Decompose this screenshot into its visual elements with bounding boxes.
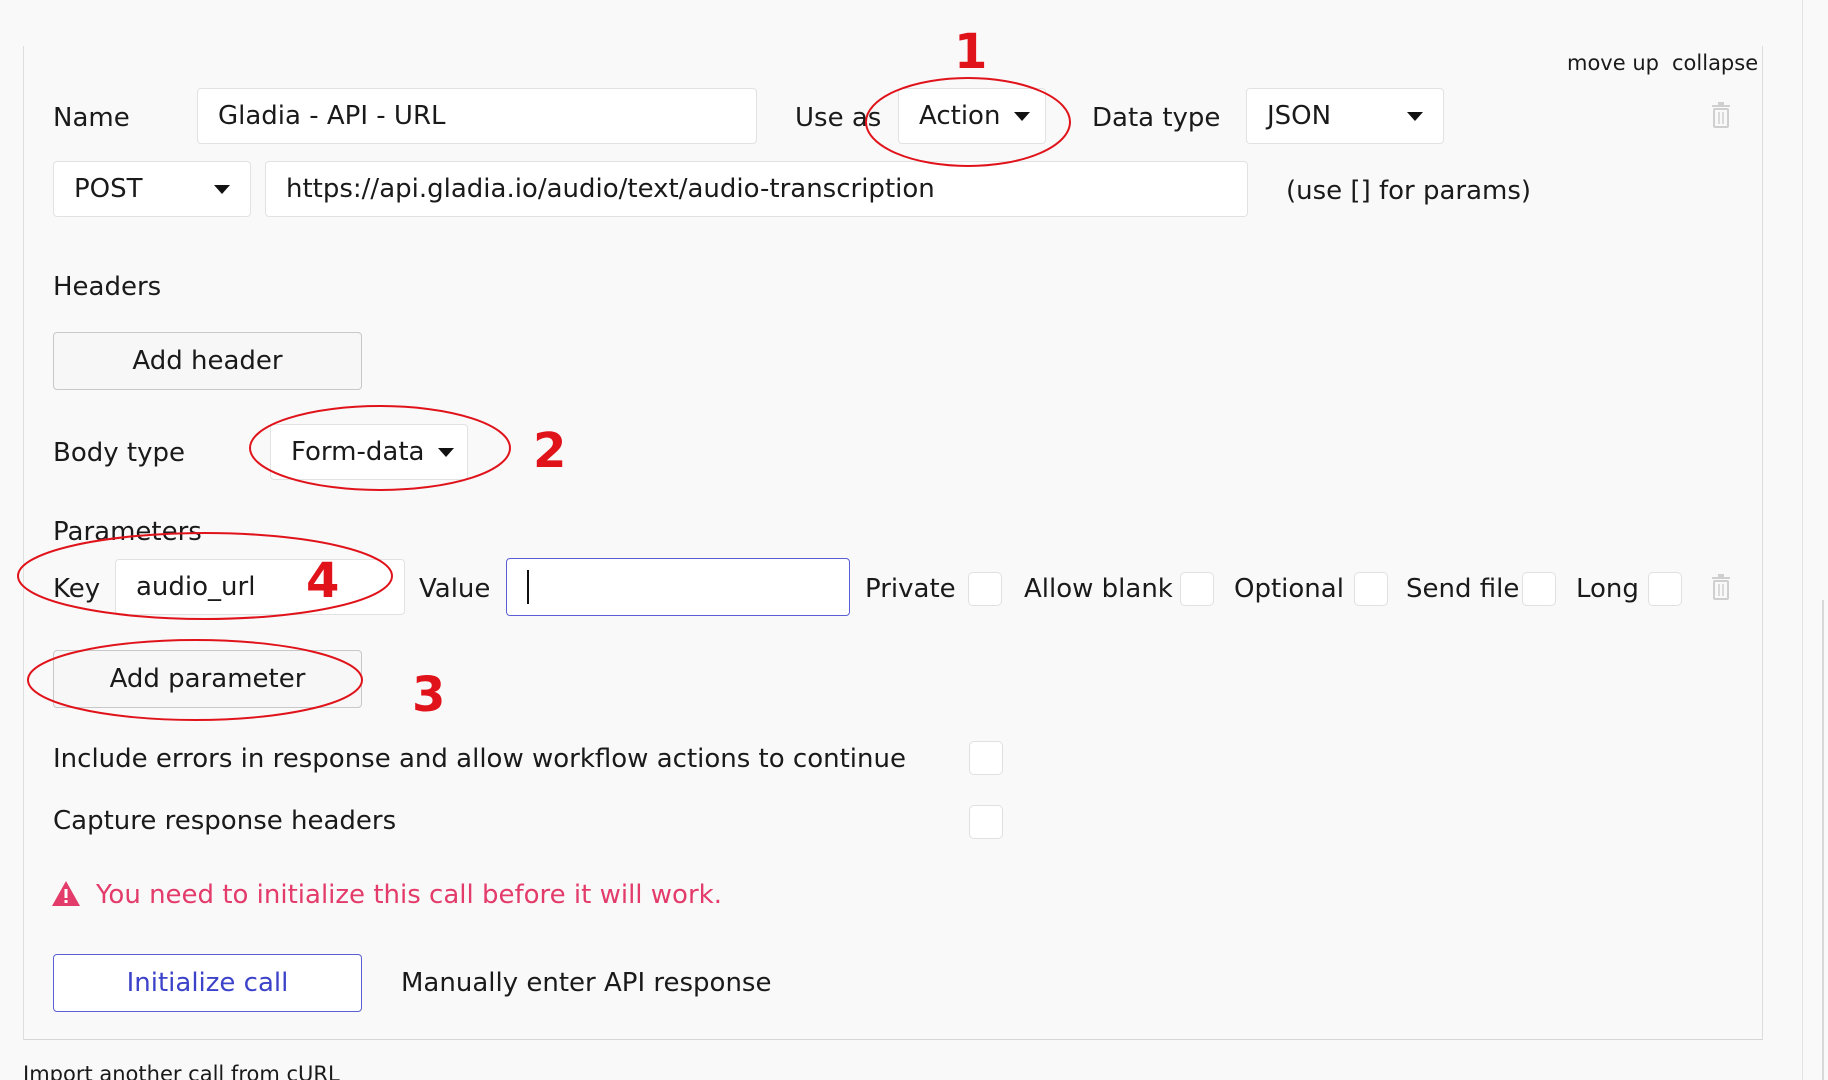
add-header-button[interactable]: Add header <box>53 332 362 390</box>
send-file-label: Send file <box>1406 574 1520 604</box>
use-as-label: Use as <box>795 103 882 133</box>
data-type-label: Data type <box>1092 103 1221 133</box>
method-value: POST <box>74 174 143 204</box>
body-type-label: Body type <box>53 438 185 468</box>
add-parameter-button[interactable]: Add parameter <box>53 650 362 708</box>
warning-icon <box>52 881 80 906</box>
chevron-down-icon <box>1014 111 1031 121</box>
initialize-call-button[interactable]: Initialize call <box>53 954 362 1012</box>
manual-response-link[interactable]: Manually enter API response <box>401 970 771 996</box>
capture-headers-checkbox[interactable] <box>969 805 1003 839</box>
optional-checkbox[interactable] <box>1354 572 1388 606</box>
collapse-link[interactable]: collapse <box>1672 53 1758 74</box>
move-up-link[interactable]: move up <box>1567 53 1659 74</box>
trash-icon[interactable] <box>1710 574 1732 600</box>
method-dropdown[interactable]: POST <box>53 161 251 217</box>
api-call-editor-page: { "header": { "move_up": "move up", "col… <box>0 0 1828 1080</box>
url-hint: (use [] for params) <box>1286 176 1532 206</box>
trash-icon[interactable] <box>1710 102 1732 128</box>
allow-blank-checkbox[interactable] <box>1180 572 1214 606</box>
data-type-dropdown[interactable]: JSON <box>1246 88 1444 144</box>
annotation-number-3: 3 <box>412 667 446 723</box>
value-label: Value <box>419 574 491 604</box>
text-caret <box>527 570 529 604</box>
include-errors-label: Include errors in response and allow wor… <box>53 744 906 774</box>
key-input[interactable]: audio_url <box>115 559 405 615</box>
long-label: Long <box>1576 574 1639 604</box>
url-input[interactable]: https://api.gladia.io/audio/text/audio-t… <box>265 161 1248 217</box>
headers-title: Headers <box>53 272 162 302</box>
chevron-down-icon <box>438 447 455 457</box>
private-label: Private <box>865 574 956 604</box>
send-file-checkbox[interactable] <box>1522 572 1556 606</box>
right-gutter <box>1802 0 1828 1080</box>
body-type-dropdown[interactable]: Form-data <box>270 424 468 480</box>
annotation-number-2: 2 <box>533 423 567 479</box>
optional-label: Optional <box>1234 574 1344 604</box>
use-as-dropdown[interactable]: Action <box>898 88 1046 144</box>
import-curl-link[interactable]: Import another call from cURL <box>23 1064 340 1080</box>
key-label: Key <box>53 574 101 604</box>
name-input[interactable]: Gladia - API - URL <box>197 88 757 144</box>
scrollbar-thumb[interactable] <box>1822 600 1824 1080</box>
capture-headers-label: Capture response headers <box>53 806 397 836</box>
include-errors-checkbox[interactable] <box>969 741 1003 775</box>
name-label: Name <box>53 103 130 133</box>
parameters-title: Parameters <box>53 517 202 547</box>
key-input-value: audio_url <box>136 572 256 602</box>
annotation-number-4: 4 <box>306 553 340 609</box>
body-type-value: Form-data <box>291 437 425 467</box>
data-type-value: JSON <box>1267 101 1332 131</box>
private-checkbox[interactable] <box>968 572 1002 606</box>
use-as-value: Action <box>919 101 1001 131</box>
chevron-down-icon <box>1407 111 1423 121</box>
long-checkbox[interactable] <box>1648 572 1682 606</box>
url-input-value: https://api.gladia.io/audio/text/audio-t… <box>286 174 935 204</box>
chevron-down-icon <box>214 184 230 194</box>
value-input[interactable] <box>506 558 850 616</box>
annotation-number-1: 1 <box>954 24 988 80</box>
warning-message: You need to initialize this call before … <box>96 880 722 910</box>
allow-blank-label: Allow blank <box>1024 574 1173 604</box>
name-input-value: Gladia - API - URL <box>218 101 446 131</box>
